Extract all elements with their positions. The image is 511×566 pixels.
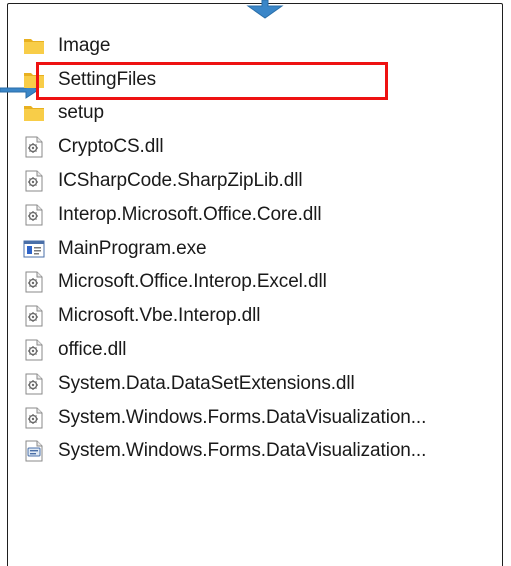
file-list: Image SettingFiles setup CryptoCS.dll IC… [20, 29, 500, 468]
file-list-item-7[interactable]: MainProgram.exe [20, 232, 500, 266]
file-name-label: Microsoft.Vbe.Interop.dll [58, 305, 261, 327]
dll-file-icon [23, 170, 45, 192]
dll-file-icon [23, 305, 45, 327]
file-name-label: Image [58, 34, 111, 56]
file-name-label: CryptoCS.dll [58, 136, 164, 158]
file-name-label: Interop.Microsoft.Office.Core.dll [58, 203, 322, 225]
folder-icon [23, 69, 45, 91]
file-list-item-11[interactable]: System.Data.DataSetExtensions.dll [20, 367, 500, 401]
file-list-item-3[interactable]: setup [20, 97, 500, 131]
file-name-label: MainProgram.exe [58, 237, 207, 259]
file-name-label: System.Windows.Forms.DataVisualization..… [58, 440, 427, 462]
dll-file-icon [23, 204, 45, 226]
dll-file-icon [23, 271, 45, 293]
file-name-label: Microsoft.Office.Interop.Excel.dll [58, 271, 327, 293]
file-name-label: setup [58, 102, 104, 124]
config-file-icon [23, 440, 45, 462]
file-name-label: System.Data.DataSetExtensions.dll [58, 372, 355, 394]
file-list-item-13[interactable]: System.Windows.Forms.DataVisualization..… [20, 435, 500, 469]
file-list-item-10[interactable]: office.dll [20, 333, 500, 367]
file-name-label: office.dll [58, 339, 127, 361]
screenshot-stage: Image SettingFiles setup CryptoCS.dll IC… [0, 0, 511, 566]
folder-icon [23, 102, 45, 124]
file-list-item-9[interactable]: Microsoft.Vbe.Interop.dll [20, 299, 500, 333]
file-list-item-1[interactable]: Image [20, 29, 500, 63]
file-list-item-8[interactable]: Microsoft.Office.Interop.Excel.dll [20, 266, 500, 300]
dll-file-icon [23, 136, 45, 158]
file-list-item-6[interactable]: Interop.Microsoft.Office.Core.dll [20, 198, 500, 232]
file-list-item-2[interactable]: SettingFiles [20, 63, 500, 97]
exe-file-icon [23, 238, 45, 260]
file-list-item-5[interactable]: ICSharpCode.SharpZipLib.dll [20, 164, 500, 198]
folder-icon [23, 35, 45, 57]
dll-file-icon [23, 407, 45, 429]
file-list-item-4[interactable]: CryptoCS.dll [20, 130, 500, 164]
dll-file-icon [23, 373, 45, 395]
dll-file-icon [23, 339, 45, 361]
file-name-label: System.Windows.Forms.DataVisualization..… [58, 406, 427, 428]
file-name-label: SettingFiles [58, 68, 157, 90]
file-name-label: ICSharpCode.SharpZipLib.dll [58, 170, 303, 192]
file-list-item-12[interactable]: System.Windows.Forms.DataVisualization..… [20, 401, 500, 435]
